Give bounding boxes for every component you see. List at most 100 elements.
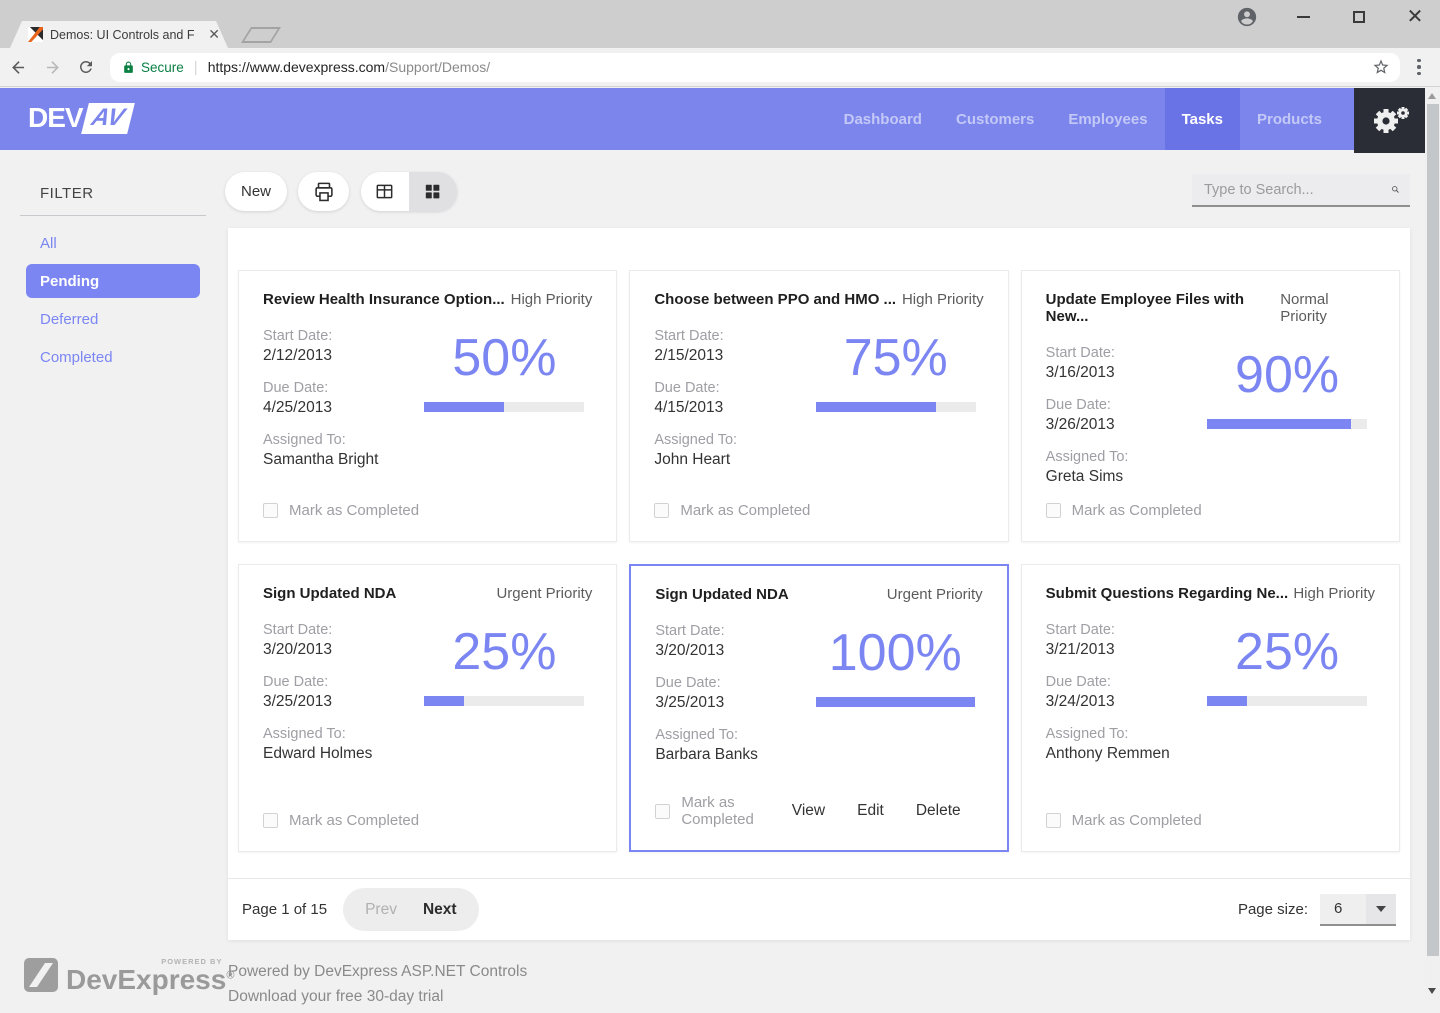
url-bar[interactable]: Secure | https://www.devexpress.com/Supp… [110,53,1400,82]
secure-lock-icon [122,61,135,74]
refresh-icon[interactable] [70,52,102,82]
task-card[interactable]: Submit Questions Regarding Ne...High Pri… [1021,564,1400,852]
start-date-label: Start Date: [654,328,805,344]
progress-fill [424,402,504,412]
filter-item-completed[interactable]: Completed [26,340,200,374]
nav-menu: Dashboard Customers Employees Tasks Prod… [827,88,1339,150]
print-button[interactable] [298,172,349,211]
due-date-label: Due Date: [654,380,805,396]
progress-percent: 25% [424,624,584,681]
new-tab-button[interactable] [241,27,281,43]
filter-divider [20,215,206,216]
tab-title: Demos: UI Controls and F [50,28,204,42]
progress-percent: 75% [816,330,976,387]
start-date-label: Start Date: [1046,345,1197,361]
page-footer: POWERED BY DevExpress® Powered by DevExp… [0,940,1440,1000]
nav-item-customers[interactable]: Customers [939,88,1051,150]
next-page-button[interactable]: Next [423,901,457,919]
forward-icon[interactable] [36,52,68,82]
mark-completed-checkbox[interactable] [654,503,669,518]
close-button[interactable]: ✕ [1400,4,1430,30]
assigned-to-label: Assigned To: [263,726,414,742]
page-size-select[interactable]: 6 [1320,894,1396,926]
settings-gears-button[interactable] [1354,88,1425,153]
task-card[interactable]: Review Health Insurance Option...High Pr… [238,270,617,542]
start-date-value: 3/16/2013 [1046,364,1197,382]
filter-item-pending[interactable]: Pending [26,264,200,298]
start-date-value: 3/20/2013 [263,641,414,659]
scrollbar-thumb[interactable] [1427,104,1439,956]
priority-badge: Urgent Priority [887,586,983,603]
due-date-value: 3/25/2013 [655,694,806,712]
new-task-button[interactable]: New [225,172,287,211]
assigned-to-label: Assigned To: [655,727,806,743]
browser-tab[interactable]: Demos: UI Controls and F ✕ [10,21,228,48]
app-navbar: DEV AV Dashboard Customers Employees Tas… [0,88,1425,150]
devexpress-logo: POWERED BY DevExpress® [24,958,234,996]
nav-item-dashboard[interactable]: Dashboard [827,88,939,150]
prev-page-button[interactable]: Prev [365,901,397,919]
assigned-to-value: John Heart [654,451,805,469]
mark-completed-checkbox[interactable] [263,503,278,518]
mark-completed-checkbox[interactable] [1046,503,1061,518]
scrollbar-up-arrow[interactable] [1428,93,1436,99]
devav-logo: DEV AV [28,102,130,134]
nav-item-employees[interactable]: Employees [1051,88,1164,150]
secure-label: Secure [141,60,184,75]
printer-icon [313,181,335,203]
task-card-selected[interactable]: Sign Updated NDAUrgent Priority Start Da… [629,564,1008,852]
nav-item-products[interactable]: Products [1240,88,1339,150]
priority-badge: Urgent Priority [496,585,592,602]
progress-percent: 25% [1207,624,1367,681]
maximize-button[interactable] [1344,4,1374,30]
tab-close-icon[interactable]: ✕ [208,26,220,43]
url-separator: | [194,59,198,76]
powered-by-small-label: POWERED BY [161,957,222,966]
browser-menu-icon[interactable] [1406,54,1432,80]
progress-bar [816,697,975,707]
due-date-value: 4/25/2013 [263,399,414,417]
profile-icon[interactable] [1232,4,1262,30]
assigned-to-label: Assigned To: [263,432,414,448]
filter-item-all[interactable]: All [26,226,200,260]
due-date-value: 3/25/2013 [263,693,414,711]
footer-trial-link[interactable]: Download your free 30-day trial [228,988,527,1006]
task-card[interactable]: Choose between PPO and HMO ...High Prior… [629,270,1008,542]
progress-bar [424,402,584,412]
delete-link[interactable]: Delete [916,802,961,820]
view-link[interactable]: View [792,802,825,820]
back-icon[interactable] [2,52,34,82]
edit-link[interactable]: Edit [857,802,884,820]
search-input[interactable] [1204,182,1391,198]
search-icon[interactable] [1391,180,1400,199]
table-view-button[interactable] [361,172,409,211]
browser-toolbar: Secure | https://www.devexpress.com/Supp… [0,48,1440,87]
assigned-to-label: Assigned To: [1046,449,1197,465]
mark-completed-label: Mark as Completed [1072,812,1202,829]
minimize-button[interactable] [1288,4,1318,30]
mark-completed-label: Mark as Completed [289,502,419,519]
page-scrollbar[interactable] [1425,88,1440,1000]
mark-completed-checkbox[interactable] [655,804,670,819]
progress-bar [816,402,976,412]
bookmark-star-icon[interactable] [1372,58,1390,76]
start-date-value: 3/20/2013 [655,642,806,660]
progress-percent: 50% [424,330,584,387]
due-date-label: Due Date: [263,380,414,396]
nav-item-tasks[interactable]: Tasks [1165,88,1240,150]
mark-completed-checkbox[interactable] [263,813,278,828]
card-view-button[interactable] [409,172,457,211]
devexpress-brand-text: DevExpress® [66,964,234,996]
assigned-to-value: Samantha Bright [263,451,414,469]
dropdown-arrow-icon[interactable] [1366,894,1396,924]
scrollbar-down-arrow[interactable] [1428,988,1436,994]
logo-av-text: AV [88,104,127,132]
gears-icon [1370,104,1410,138]
progress-bar [424,696,584,706]
task-card[interactable]: Update Employee Files with New...Normal … [1021,270,1400,542]
mark-completed-checkbox[interactable] [1046,813,1061,828]
filter-item-deferred[interactable]: Deferred [26,302,200,336]
filter-sidebar: FILTER All Pending Deferred Completed [0,150,228,374]
task-card[interactable]: Sign Updated NDAUrgent Priority Start Da… [238,564,617,852]
mark-completed-label: Mark as Completed [680,502,810,519]
